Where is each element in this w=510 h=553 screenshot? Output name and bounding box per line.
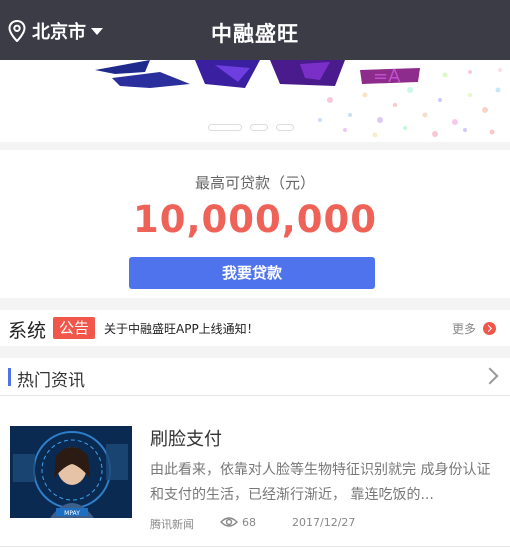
news-thumbnail: MPAY <box>10 426 132 518</box>
app-title: 中融盛旺 <box>211 22 299 46</box>
banner-pagination <box>208 124 294 131</box>
news-title[interactable]: 刷脸支付 <box>150 425 222 451</box>
news-list-item[interactable]: MPAY 刷脸支付 由此看来，依靠对人脸等生物特征识别就完 成身份认证和支付的生… <box>0 396 510 553</box>
app-screen: 北京市 中融盛旺 =A 最高可贷款（元） 10,000,000 我要贷款 系统 … <box>0 0 510 553</box>
svg-text:=A: =A <box>373 66 401 87</box>
news-date: 2017/12/27 <box>292 516 356 529</box>
announcement-text[interactable]: 关于中融盛旺APP上线通知！ <box>104 320 259 337</box>
loan-card: 最高可贷款（元） 10,000,000 我要贷款 <box>0 150 510 298</box>
view-count: 68 <box>242 516 256 529</box>
section-title: 热门资讯 <box>17 371 85 391</box>
banner-dot[interactable] <box>276 124 294 131</box>
section-accent-bar <box>8 368 11 386</box>
max-loan-amount: 10,000,000 <box>132 198 378 241</box>
divider <box>0 546 510 547</box>
eye-icon <box>220 517 238 527</box>
chevron-right-icon[interactable] <box>481 367 499 385</box>
news-source: 腾讯新闻 <box>150 518 194 531</box>
news-description: 由此看来，依靠对人脸等生物特征识别就完 成身份认证和支付的生活，已经渐行渐近， … <box>150 462 491 503</box>
top-bar: 北京市 中融盛旺 <box>0 0 510 60</box>
max-loan-label: 最高可贷款（元） <box>194 174 315 192</box>
announcement-bar[interactable]: 系统 公告 关于中融盛旺APP上线通知！ 更多 <box>0 310 510 346</box>
arrow-right-circle-icon[interactable] <box>483 322 496 335</box>
announcement-badge: 公告 <box>53 317 96 339</box>
apply-loan-button[interactable]: 我要贷款 <box>129 257 375 289</box>
more-link[interactable]: 更多 <box>452 320 476 337</box>
system-label: 系统 <box>8 320 47 342</box>
banner-dot[interactable] <box>250 124 268 131</box>
hot-news-header[interactable]: 热门资讯 <box>0 358 510 396</box>
banner-dot-active[interactable] <box>208 124 242 131</box>
thumb-label: MPAY <box>64 510 80 517</box>
